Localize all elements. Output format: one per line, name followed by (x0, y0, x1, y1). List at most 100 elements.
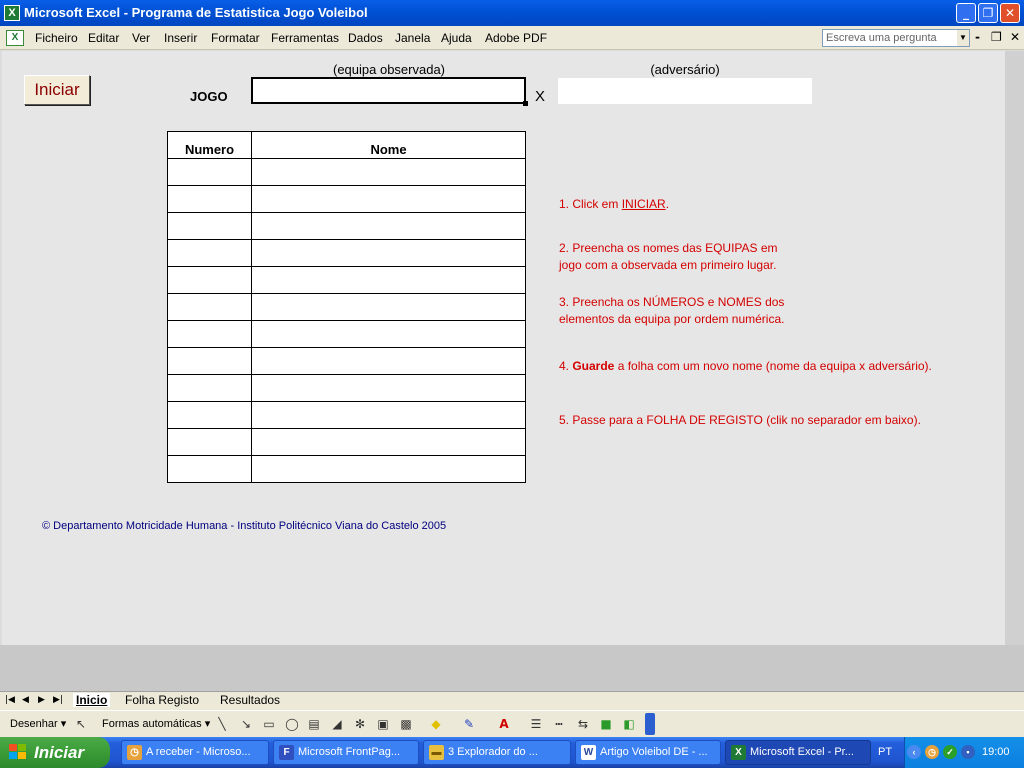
help-search-input[interactable]: Escreva uma pergunta ▼ (822, 29, 970, 47)
instruction-step-4: 4. Guarde a folha com um novo nome (nome… (559, 358, 932, 375)
restore-button[interactable]: ❐ (978, 3, 998, 23)
excel-icon[interactable]: X (4, 5, 20, 21)
language-indicator[interactable]: PT (878, 746, 892, 758)
doc-close-icon[interactable]: ✕ (1010, 30, 1020, 44)
row-divider (168, 374, 525, 375)
roster-table: Numero Nome (167, 131, 526, 483)
iniciar-button[interactable]: Iniciar (24, 75, 90, 105)
clipart-icon[interactable]: ▣ (375, 716, 391, 732)
font-color-icon[interactable]: A (496, 716, 512, 732)
excel-window: X Microsoft Excel - Programa de Estatist… (0, 0, 1024, 768)
menu-inserir[interactable]: Inserir (164, 31, 197, 45)
step1-suffix: . (665, 197, 670, 211)
task-word[interactable]: W Artigo Voleibol DE - ... (575, 740, 721, 765)
first-sheet-icon[interactable]: |◀ (5, 695, 15, 705)
start-button[interactable]: Iniciar (0, 737, 110, 768)
menu-ajuda[interactable]: Ajuda (441, 31, 472, 45)
step1-text: 1. Click em (559, 197, 622, 211)
clock-app-icon[interactable]: ◷ (925, 745, 939, 759)
frontpage-icon: F (279, 745, 294, 760)
dash-style-icon[interactable]: ┅ (551, 716, 567, 732)
menu-adobe-pdf[interactable]: Adobe PDF (485, 31, 547, 45)
draw-menu-button[interactable]: Desenhar ▾ (10, 717, 66, 730)
minimize-button[interactable]: _ (956, 3, 976, 23)
task-outlook[interactable]: ◷ A receber - Microso... (121, 740, 269, 765)
step4-bold: Guarde (572, 359, 615, 373)
row-divider (168, 428, 525, 429)
chevron-down-icon[interactable]: ▼ (957, 30, 969, 46)
jogo-label: JOGO (190, 89, 228, 104)
wordart-icon[interactable]: ◢ (329, 716, 345, 732)
row-divider (168, 185, 525, 186)
last-sheet-icon[interactable]: ▶| (53, 695, 63, 705)
tab-resultados[interactable]: Resultados (220, 693, 280, 707)
line-style-icon[interactable]: ☰ (528, 716, 544, 732)
next-sheet-icon[interactable]: ▶ (38, 695, 45, 705)
clock: 19:00 (982, 746, 1010, 758)
3d-style-icon[interactable]: ◧ (621, 716, 637, 732)
doc-minimize-icon[interactable]: - (975, 30, 980, 44)
row-divider (168, 293, 525, 294)
task-label: 3 Explorador do ... (448, 746, 538, 758)
tab-inicio[interactable]: Inicio (73, 693, 111, 707)
chevron-left-icon[interactable]: ‹ (907, 745, 921, 759)
menu-bar: X Ficheiro Editar Ver Inserir Formatar F… (0, 26, 1024, 50)
select-objects-icon[interactable]: ↖ (73, 716, 89, 732)
observed-team-label: (equipa observada) (332, 62, 446, 77)
menu-dados[interactable]: Dados (348, 31, 383, 45)
instruction-step-5: 5. Passe para a FOLHA DE REGISTO (clik n… (559, 413, 921, 427)
menu-ficheiro[interactable]: Ficheiro (35, 31, 78, 45)
folder-icon: ▬ (429, 745, 444, 760)
instruction-step-1: 1. Click em INICIAR. (559, 196, 669, 213)
line-color-icon[interactable]: ✎ (461, 716, 477, 732)
outlook-icon: ◷ (127, 745, 142, 760)
step4-suffix: a folha com um novo nome (nome da equipa… (614, 359, 932, 373)
tab-folha-registo[interactable]: Folha Registo (125, 693, 199, 707)
toolbar-options-icon[interactable] (645, 713, 655, 735)
task-frontpage[interactable]: F Microsoft FrontPag... (273, 740, 419, 765)
help-placeholder: Escreva uma pergunta (826, 32, 937, 44)
opponent-cell[interactable] (558, 78, 812, 104)
autoshapes-button[interactable]: Formas automáticas ▾ (102, 717, 210, 730)
observed-team-cell[interactable] (251, 77, 528, 106)
menu-janela[interactable]: Janela (395, 31, 430, 45)
instruction-step-3: 3. Preencha os NÚMEROS e NOMES dos eleme… (559, 294, 784, 328)
task-explorer[interactable]: ▬ 3 Explorador do ... (423, 740, 571, 765)
opponent-label: (adversário) (650, 62, 720, 77)
fill-color-icon[interactable]: ◆ (428, 716, 444, 732)
picture-icon[interactable]: ▩ (398, 716, 414, 732)
fill-handle[interactable] (523, 101, 528, 106)
line-icon[interactable]: ╲ (214, 716, 230, 732)
close-button[interactable]: ✕ (1000, 3, 1020, 23)
rectangle-icon[interactable]: ▭ (261, 716, 277, 732)
prev-sheet-icon[interactable]: ◀ (22, 695, 29, 705)
oval-icon[interactable]: ◯ (284, 716, 300, 732)
row-divider (168, 212, 525, 213)
menu-ferramentas[interactable]: Ferramentas (271, 31, 339, 45)
menu-editar[interactable]: Editar (88, 31, 119, 45)
network-icon[interactable]: ▪ (961, 745, 975, 759)
start-label: Iniciar (34, 743, 85, 762)
arrow-style-icon[interactable]: ⇆ (575, 716, 591, 732)
arrow-icon[interactable]: ↘ (238, 716, 254, 732)
menu-ver[interactable]: Ver (132, 31, 150, 45)
draw-label: Desenhar (10, 718, 58, 730)
doc-restore-icon[interactable]: ❐ (991, 30, 1002, 44)
security-check-icon[interactable]: ✓ (943, 745, 957, 759)
task-excel[interactable]: X Microsoft Excel - Pr... (725, 740, 871, 765)
window-title: Microsoft Excel - Programa de Estatistic… (24, 5, 368, 20)
shadow-icon[interactable]: ■ (598, 716, 614, 732)
diagram-icon[interactable]: ✻ (352, 716, 368, 732)
row-divider (168, 347, 525, 348)
restore-icon: ❐ (982, 6, 994, 20)
workbook-icon[interactable]: X (6, 30, 24, 46)
textbox-icon[interactable]: ▤ (306, 716, 322, 732)
word-document-icon: W (581, 745, 596, 760)
instruction-step-2: 2. Preencha os nomes das EQUIPAS em jogo… (559, 240, 778, 274)
step2-line2: jogo com a observada em primeiro lugar. (559, 258, 777, 272)
drawing-toolbar: Desenhar ▾ ↖ Formas automáticas ▾ ╲ ↘ ▭ … (0, 710, 1024, 737)
close-icon: ✕ (1004, 6, 1016, 20)
row-divider (168, 401, 525, 402)
title-bar: X Microsoft Excel - Programa de Estatist… (0, 0, 1024, 26)
menu-formatar[interactable]: Formatar (211, 31, 260, 45)
